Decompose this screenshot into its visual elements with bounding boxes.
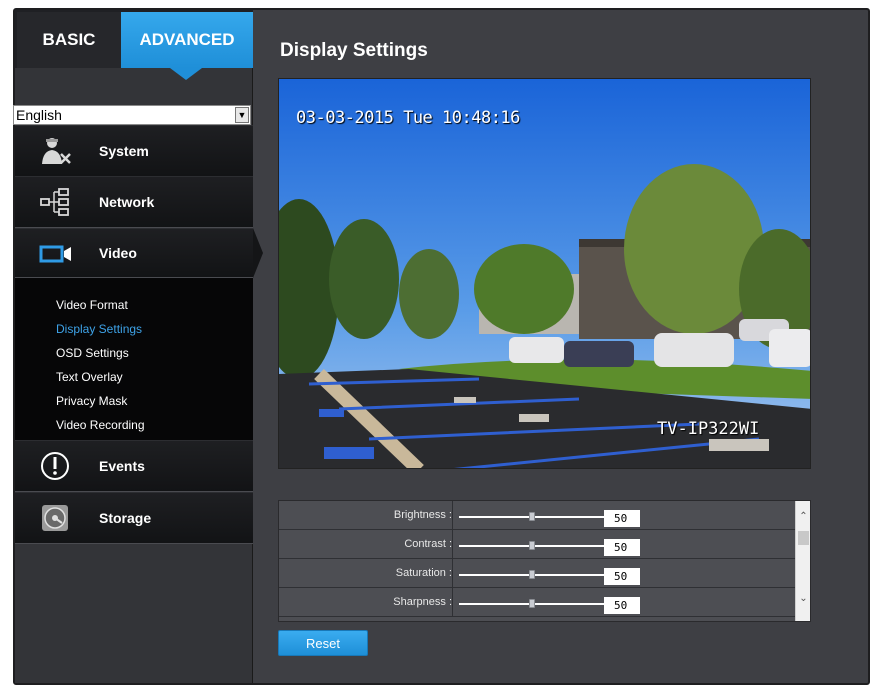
contrast-value[interactable]: 50: [604, 539, 640, 556]
saturation-slider[interactable]: [459, 570, 604, 579]
row-divider: [452, 501, 453, 530]
row-divider: [452, 530, 453, 559]
video-camera-icon: [39, 239, 73, 269]
admin-tools-icon: [39, 136, 73, 166]
brightness-label: Brightness :: [393, 509, 452, 521]
menu-label-events: Events: [99, 458, 145, 474]
live-video-preview: 03-03-2015 Tue 10:48:16 TV-IP322WI: [278, 78, 811, 469]
submenu-osd-settings[interactable]: OSD Settings: [56, 346, 129, 360]
mode-tabs: BASIC ADVANCED: [15, 10, 253, 68]
chevron-down-icon[interactable]: ⌄: [796, 591, 810, 607]
menu-label-network: Network: [99, 194, 155, 210]
sharpness-slider[interactable]: [459, 599, 604, 608]
app-window: BASIC ADVANCED English ▼ System Network …: [13, 8, 870, 685]
menu-item-events[interactable]: Events: [15, 440, 253, 492]
page-title: Display Settings: [280, 40, 428, 61]
menu-label-system: System: [99, 143, 149, 159]
saturation-value[interactable]: 50: [604, 568, 640, 585]
sharpness-slider-thumb[interactable]: [528, 599, 535, 608]
submenu-display-settings[interactable]: Display Settings: [56, 322, 142, 336]
image-settings-panel: Brightness : 50 Contrast : 50 Saturation…: [278, 500, 811, 622]
saturation-slider-thumb[interactable]: [528, 570, 535, 579]
contrast-slider-thumb[interactable]: [528, 541, 535, 550]
hard-disk-icon: [39, 503, 73, 533]
reset-button[interactable]: Reset: [278, 630, 368, 656]
row-divider: [452, 588, 453, 617]
submenu-video-format[interactable]: Video Format: [56, 298, 128, 312]
sharpness-value[interactable]: 50: [604, 597, 640, 614]
menu-item-network[interactable]: Network: [15, 176, 253, 228]
menu-item-storage[interactable]: Storage: [15, 492, 253, 544]
saturation-label: Saturation :: [395, 567, 452, 579]
contrast-label: Contrast :: [404, 538, 452, 550]
tab-advanced[interactable]: ADVANCED: [121, 12, 253, 68]
brightness-row: Brightness : 50: [279, 501, 796, 530]
row-divider: [452, 559, 453, 588]
submenu-privacy-mask[interactable]: Privacy Mask: [56, 394, 127, 408]
brightness-slider[interactable]: [459, 512, 604, 521]
brightness-slider-thumb[interactable]: [528, 512, 535, 521]
chevron-down-icon[interactable]: ▼: [235, 107, 249, 123]
language-select-value: English: [16, 107, 62, 123]
contrast-slider[interactable]: [459, 541, 604, 550]
saturation-row: Saturation : 50: [279, 559, 796, 588]
network-tree-icon: [39, 187, 73, 217]
camera-scene: [279, 79, 810, 468]
sharpness-label: Sharpness :: [393, 596, 452, 608]
brightness-value[interactable]: 50: [604, 510, 640, 527]
scrollbar-thumb[interactable]: [798, 531, 809, 545]
osd-timestamp: 03-03-2015 Tue 10:48:16: [296, 108, 520, 128]
tab-basic[interactable]: BASIC: [17, 12, 121, 68]
submenu-video-recording[interactable]: Video Recording: [56, 418, 145, 432]
sidebar: BASIC ADVANCED English ▼ System Network …: [13, 10, 263, 683]
menu-item-video[interactable]: Video: [15, 228, 253, 278]
menu-label-video: Video: [99, 245, 137, 261]
chevron-up-icon[interactable]: ⌃: [796, 509, 810, 525]
active-tab-indicator: [170, 68, 202, 80]
osd-camera-name: TV-IP322WI: [657, 419, 760, 439]
language-select[interactable]: English ▼: [13, 105, 251, 125]
video-submenu: Video Format Display Settings OSD Settin…: [15, 278, 253, 440]
menu-label-storage: Storage: [99, 510, 152, 526]
settings-scrollbar[interactable]: ⌃ ⌄: [795, 501, 810, 621]
alert-icon: [39, 451, 73, 481]
active-menu-pointer: [253, 228, 263, 278]
menu-item-system[interactable]: System: [15, 125, 253, 177]
sharpness-row: Sharpness : 50: [279, 588, 796, 617]
submenu-text-overlay[interactable]: Text Overlay: [56, 370, 123, 384]
contrast-row: Contrast : 50: [279, 530, 796, 559]
